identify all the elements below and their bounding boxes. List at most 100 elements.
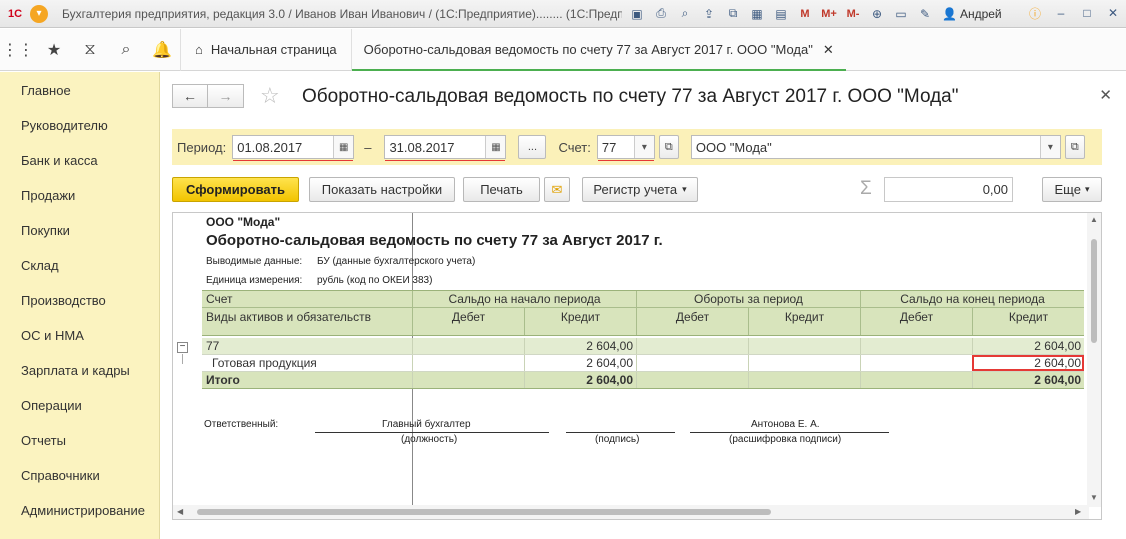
- register-button[interactable]: Регистр учета ▾: [582, 177, 698, 202]
- scroll-right-icon[interactable]: ▶: [1075, 507, 1081, 516]
- selected-cell[interactable]: 2 604,00: [972, 355, 1084, 371]
- period-select-button[interactable]: ...: [518, 135, 547, 159]
- calendar-icon[interactable]: ▤: [772, 5, 790, 23]
- total-closing-credit: 2 604,00: [972, 372, 1084, 388]
- current-user[interactable]: 👤 Андрей: [942, 7, 1002, 21]
- sidebar-item-administration[interactable]: Администрирование: [0, 493, 159, 528]
- header-opening-credit: Кредит: [524, 308, 636, 335]
- close-form-icon[interactable]: ✕: [1099, 86, 1112, 104]
- preview-icon[interactable]: ⌕: [676, 5, 694, 23]
- page-title: Оборотно-сальдовая ведомость по счету 77…: [302, 86, 959, 107]
- info-icon[interactable]: ⓘ: [1026, 4, 1044, 22]
- print-icon[interactable]: ⎙: [652, 5, 670, 23]
- window-icon[interactable]: ▭: [892, 5, 910, 23]
- vertical-scrollbar[interactable]: ▲ ▼: [1087, 213, 1101, 507]
- generate-button[interactable]: Сформировать: [172, 177, 299, 202]
- sidebar-item-production[interactable]: Производство: [0, 283, 159, 318]
- total-row[interactable]: Итого 2 604,00 2 604,00: [202, 372, 1084, 389]
- sidebar-item-warehouse[interactable]: Склад: [0, 248, 159, 283]
- tab-home[interactable]: ⌂ Начальная страница: [180, 28, 352, 71]
- organization-field[interactable]: ООО "Мода" ▾: [690, 135, 1061, 159]
- date-from-field[interactable]: 01.08.2017 ▦: [232, 135, 355, 161]
- scroll-left-icon[interactable]: ◀: [177, 507, 183, 516]
- favorites-icon[interactable]: ★: [36, 29, 72, 71]
- sidebar-item-bank[interactable]: Банк и касса: [0, 143, 159, 178]
- scroll-up-icon[interactable]: ▲: [1090, 215, 1098, 224]
- calculator-icon[interactable]: ▦: [748, 5, 766, 23]
- link-icon[interactable]: ⧉: [724, 5, 742, 23]
- tab-close-icon[interactable]: ✕: [823, 42, 834, 58]
- organization-open-button[interactable]: ⧉: [1064, 135, 1085, 159]
- account-open-button[interactable]: ⧉: [658, 135, 679, 159]
- titlebar-toolbar: ▣ ⎙ ⌕ ⇪ ⧉ ▦ ▤ M M+ M- ⊕ ▭ ✎: [628, 5, 934, 23]
- collapse-group-icon[interactable]: −: [177, 342, 188, 353]
- favorite-star-icon[interactable]: ☆: [260, 83, 280, 109]
- notifications-icon[interactable]: 🔔: [144, 29, 180, 71]
- save-icon[interactable]: ▣: [628, 5, 646, 23]
- calendar-icon[interactable]: ▦: [485, 136, 506, 158]
- user-icon: 👤: [942, 6, 957, 21]
- upload-icon[interactable]: ⇪: [700, 5, 718, 23]
- search-icon[interactable]: ⌕: [108, 29, 144, 71]
- sidebar-item-fixed-assets[interactable]: ОС и НМА: [0, 318, 159, 353]
- report-spreadsheet[interactable]: ООО "Мода" Оборотно-сальдовая ведомость …: [172, 212, 1102, 520]
- email-button[interactable]: ✉: [544, 177, 570, 202]
- scroll-down-icon[interactable]: ▼: [1090, 493, 1098, 502]
- sidebar-item-management[interactable]: Руководителю: [0, 108, 159, 143]
- output-value: БУ (данные бухгалтерского учета): [317, 256, 476, 267]
- sidebar-item-directories[interactable]: Справочники: [0, 458, 159, 493]
- vertical-scroll-thumb[interactable]: [1091, 239, 1097, 343]
- position-value: Главный бухгалтер: [382, 419, 471, 430]
- date-to-field[interactable]: 31.08.2017 ▦: [384, 135, 507, 161]
- history-icon[interactable]: ⧖: [72, 29, 108, 71]
- window-controls: ⓘ – □ ✕: [1026, 4, 1122, 22]
- header-opening-debit: Дебет: [412, 308, 524, 335]
- more-button[interactable]: Еще ▾: [1042, 177, 1102, 202]
- zoom-icon[interactable]: ⊕: [868, 5, 886, 23]
- user-name: Андрей: [959, 6, 1002, 21]
- header-turnover-debit: Дебет: [636, 308, 748, 335]
- show-settings-button[interactable]: Показать настройки: [309, 177, 455, 202]
- sidebar-item-payroll[interactable]: Зарплата и кадры: [0, 353, 159, 388]
- account-field[interactable]: 77 ▾: [596, 135, 655, 161]
- forward-button[interactable]: →: [208, 84, 244, 108]
- sum-icon: Σ: [860, 178, 872, 199]
- report-title: Оборотно-сальдовая ведомость по счету 77…: [206, 232, 663, 249]
- sign-line: [566, 432, 675, 433]
- header-account: Счет: [206, 292, 233, 306]
- output-label: Выводимые данные:: [206, 256, 303, 267]
- row-closing-debit: [860, 338, 972, 354]
- memory-minus-button[interactable]: M-: [844, 5, 862, 23]
- horizontal-scroll-thumb[interactable]: [197, 509, 771, 515]
- name-caption: (расшифровка подписи): [729, 434, 842, 445]
- tab-report[interactable]: Оборотно-сальдовая ведомость по счету 77…: [351, 31, 846, 71]
- sidebar-item-sales[interactable]: Продажи: [0, 178, 159, 213]
- header-asset-types: Виды активов и обязательств: [206, 310, 372, 324]
- row-turnover-credit: [748, 355, 860, 371]
- tabs-bar: ⋮⋮ ★ ⧖ ⌕ 🔔 ⌂ Начальная страница Оборотно…: [0, 28, 1126, 71]
- main-menu-icon[interactable]: ▾: [30, 4, 48, 23]
- total-opening-debit: [412, 372, 524, 388]
- memory-plus-button[interactable]: M+: [820, 5, 838, 23]
- back-button[interactable]: ←: [172, 84, 208, 108]
- sidebar-item-purchases[interactable]: Покупки: [0, 213, 159, 248]
- horizontal-scrollbar[interactable]: ◀ ▶: [173, 505, 1089, 519]
- table-row[interactable]: Готовая продукция 2 604,00 2 604,00: [202, 355, 1084, 372]
- print-button[interactable]: Печать: [463, 177, 540, 202]
- sidebar-item-main[interactable]: Главное: [0, 73, 159, 108]
- apps-grid-icon[interactable]: ⋮⋮: [0, 29, 36, 71]
- minimize-icon[interactable]: –: [1052, 4, 1070, 22]
- sum-field[interactable]: 0,00: [884, 177, 1013, 202]
- calendar-icon[interactable]: ▦: [333, 136, 354, 158]
- sidebar-item-reports[interactable]: Отчеты: [0, 423, 159, 458]
- close-window-icon[interactable]: ✕: [1104, 4, 1122, 22]
- sidebar-item-operations[interactable]: Операции: [0, 388, 159, 423]
- memory-m-button[interactable]: M: [796, 5, 814, 23]
- maximize-icon[interactable]: □: [1078, 4, 1096, 22]
- tools-icon[interactable]: ✎: [916, 5, 934, 23]
- table-row[interactable]: 77 2 604,00 2 604,00: [202, 338, 1084, 355]
- table-header-row-2: Виды активов и обязательств Дебет Кредит…: [202, 307, 1084, 336]
- row-closing-debit: [860, 355, 972, 371]
- chevron-down-icon[interactable]: ▾: [633, 136, 654, 158]
- chevron-down-icon[interactable]: ▾: [1039, 136, 1060, 158]
